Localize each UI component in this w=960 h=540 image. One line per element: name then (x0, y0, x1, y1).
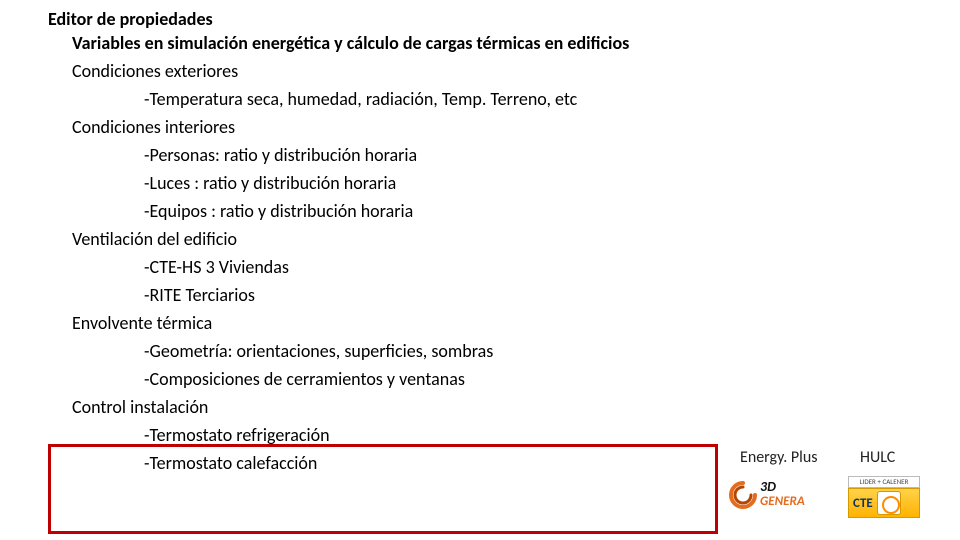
logo-3dgenera: 3D GENERA (728, 476, 828, 516)
section-interior: Condiciones interiores (72, 116, 235, 138)
item-interior-1: -Personas: ratio y distribución horaria (144, 144, 417, 166)
logo-3dgenera-line2: GENERA (760, 494, 805, 509)
logo-cte-text: CTE (849, 496, 873, 511)
item-envelope-1: -Geometría: orientaciones, superficies, … (144, 340, 493, 362)
item-ventilation-1: -CTE-HS 3 Viviendas (144, 256, 289, 278)
section-control: Control instalación (72, 396, 208, 418)
section-ventilation: Ventilación del edificio (72, 228, 237, 250)
page-subtitle: Variables en simulación energética y cál… (72, 32, 629, 54)
label-energyplus: Energy. Plus (740, 448, 818, 467)
logo-cte-top: LIDER + CALENER (848, 476, 920, 488)
logo-3dgenera-line1: 3D (760, 478, 776, 495)
highlight-box (48, 444, 718, 534)
item-interior-2: -Luces : ratio y distribución horaria (144, 172, 396, 194)
logo-cte-hulc: LIDER + CALENER CTE (848, 476, 918, 516)
item-ventilation-2: -RITE Terciarios (144, 284, 255, 306)
swirl-icon (728, 480, 758, 510)
page-title: Editor de propiedades (48, 8, 213, 30)
logo-cte-main: CTE (848, 488, 920, 518)
item-control-1: -Termostato refrigeración (144, 424, 330, 446)
item-envelope-2: -Composiciones de cerramientos y ventana… (144, 368, 465, 390)
section-envelope: Envolvente térmica (72, 312, 212, 334)
label-hulc: HULC (860, 448, 895, 467)
slide: Editor de propiedades Variables en simul… (0, 0, 960, 540)
badge-icon (877, 491, 901, 515)
item-interior-3: -Equipos : ratio y distribución horaria (144, 200, 413, 222)
item-exterior-1: -Temperatura seca, humedad, radiación, T… (144, 88, 577, 110)
section-exterior: Condiciones exteriores (72, 60, 238, 82)
